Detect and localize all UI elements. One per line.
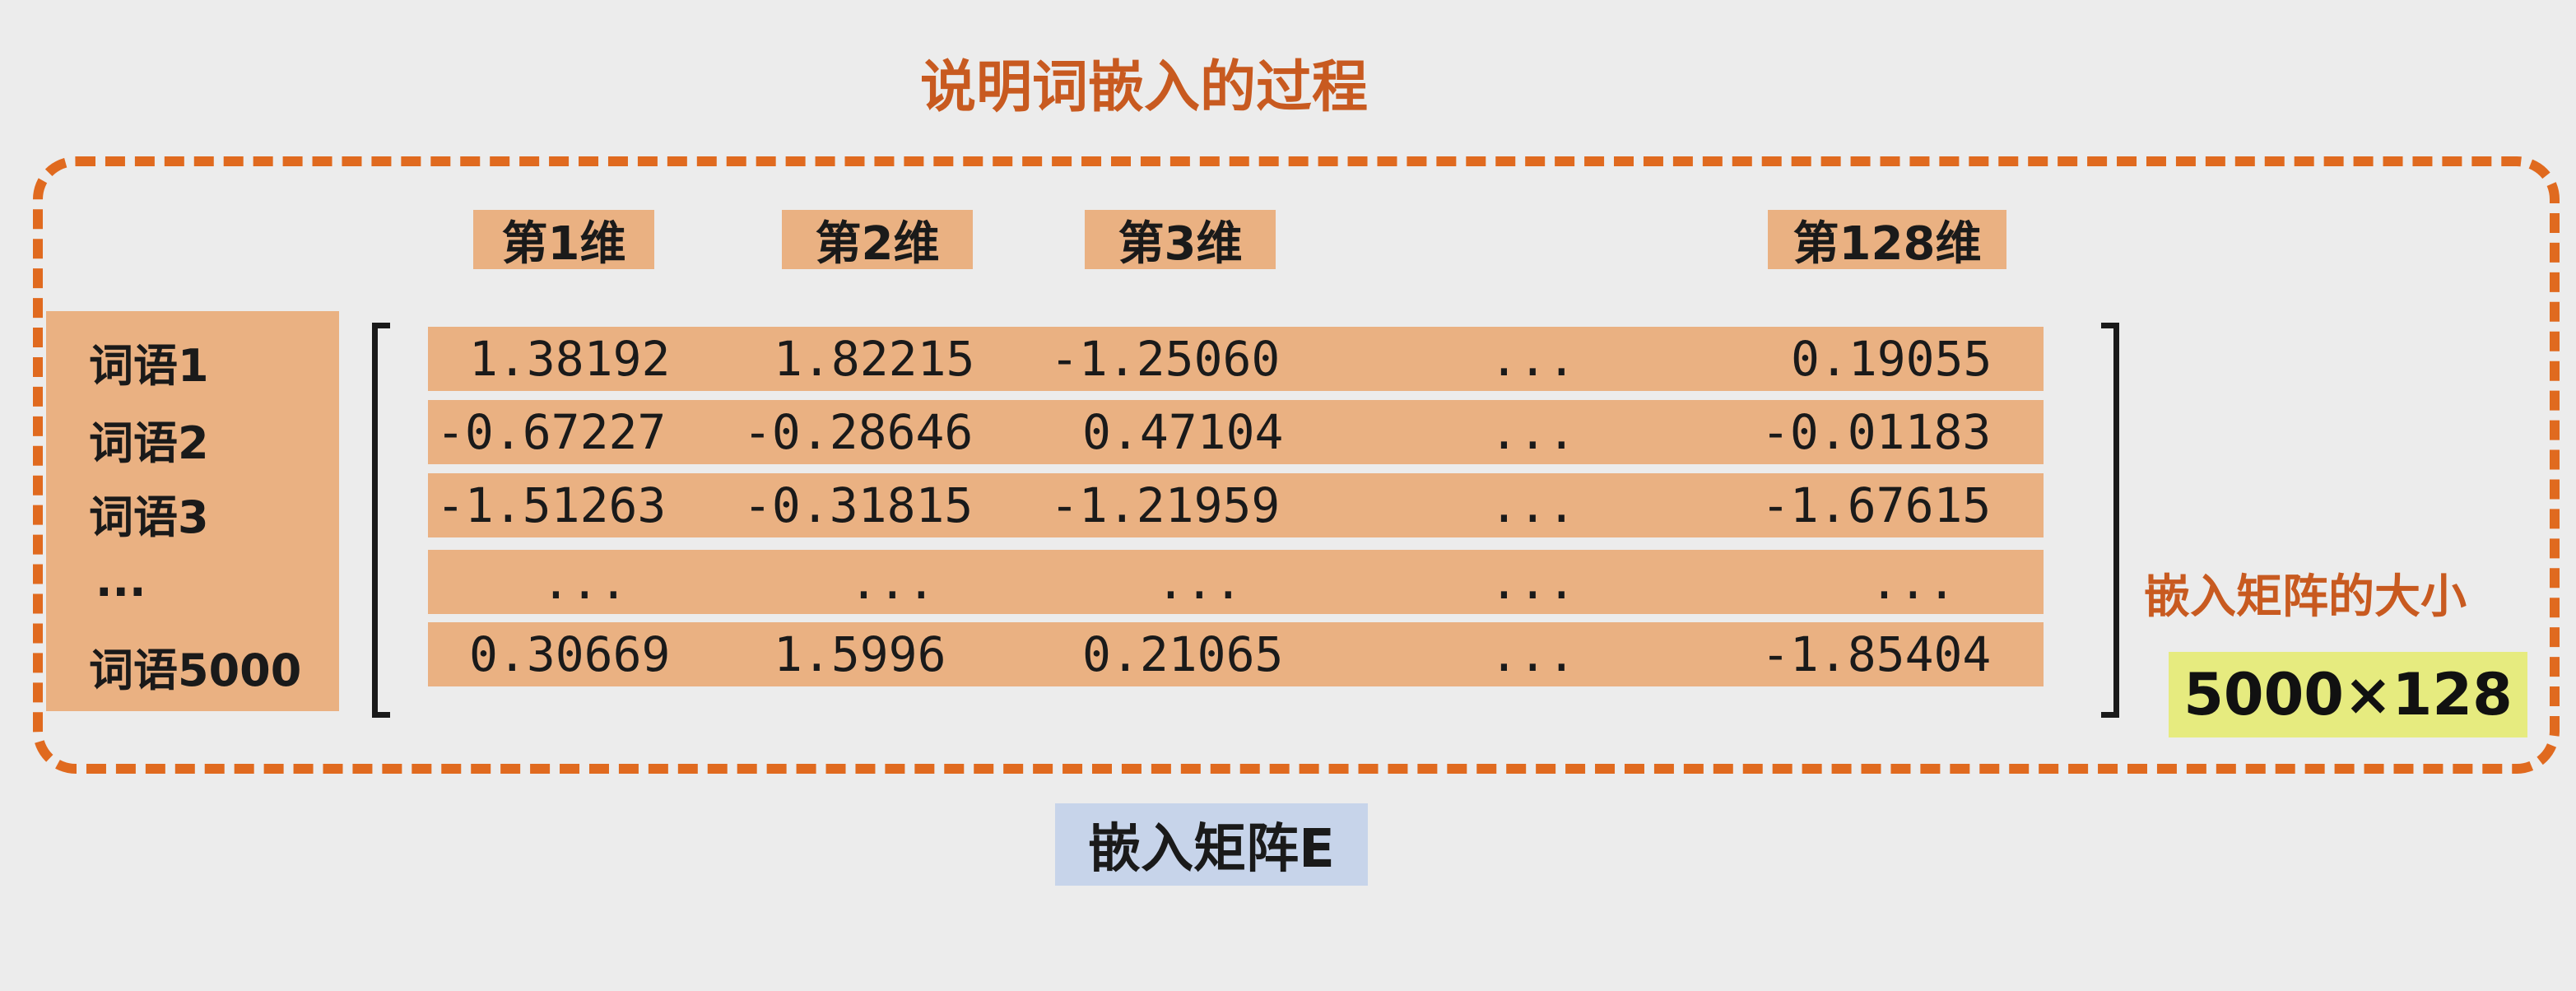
row-label-word-2: 词语2	[89, 417, 209, 469]
matrix-cell: -0.28646	[743, 404, 974, 460]
matrix-caption: 嵌入矩阵E	[1055, 803, 1368, 886]
matrix-cell: ...	[1490, 404, 1576, 460]
matrix-cell: 0.47104	[1082, 404, 1284, 460]
row-label-word-1: 词语1	[89, 340, 209, 392]
matrix-row-3: -1.51263 -0.31815 -1.21959 ... -1.67615	[428, 473, 2044, 537]
embedding-diagram: 说明词嵌入的过程 第1维 第2维 第3维 第128维 词语1 词语2 词语3 .…	[0, 0, 2576, 991]
row-label-ellipsis: ...	[95, 555, 146, 607]
matrix-cell: ...	[849, 554, 936, 610]
diagram-title: 说明词嵌入的过程	[919, 55, 1368, 120]
row-label-panel: 词语1 词语2 词语3 ... 词语5000	[46, 311, 339, 711]
matrix-cell: ...	[542, 554, 628, 610]
matrix-cell: 0.19055	[1791, 331, 1992, 387]
matrix-row-5000: 0.30669 1.5996 0.21065 ... -1.85404	[428, 622, 2044, 686]
matrix-cell: ...	[1870, 554, 1956, 610]
matrix-size-label: 嵌入矩阵的大小	[2144, 570, 2467, 624]
matrix-cell: -1.21959	[1050, 477, 1281, 533]
matrix-cell: ...	[1490, 554, 1576, 610]
matrix-cell: -1.51263	[436, 477, 667, 533]
matrix-cell: ...	[1490, 331, 1576, 387]
matrix-cell: ...	[1156, 554, 1243, 610]
matrix-cell: -1.85404	[1761, 626, 1992, 682]
matrix-cell: 0.30669	[469, 626, 671, 682]
matrix-row-ellipsis: ... ... ... ... ...	[428, 550, 2044, 614]
matrix-row-2: -0.67227 -0.28646 0.47104 ... -0.01183	[428, 400, 2044, 464]
matrix-cell: ...	[1490, 626, 1576, 682]
matrix-cell: 1.5996	[774, 626, 946, 682]
column-header-dim-3: 第3维	[1085, 210, 1276, 271]
matrix-right-bracket	[2101, 323, 2119, 718]
matrix-row-1: 1.38192 1.82215 -1.25060 ... 0.19055	[428, 327, 2044, 391]
matrix-cell: -0.31815	[743, 477, 974, 533]
matrix-cell: 0.21065	[1082, 626, 1284, 682]
row-label-word-5000: 词语5000	[89, 644, 302, 696]
matrix-cell: ...	[1490, 477, 1576, 533]
column-header-dim-128: 第128维	[1768, 210, 2006, 271]
column-header-dim-1: 第1维	[473, 210, 654, 271]
matrix-left-bracket	[372, 323, 390, 718]
row-label-word-3: 词语3	[89, 491, 209, 543]
matrix-cell: 1.38192	[469, 331, 671, 387]
matrix-cell: -1.67615	[1761, 477, 1992, 533]
matrix-cell: -0.67227	[436, 404, 667, 460]
matrix-cell: -1.25060	[1050, 331, 1281, 387]
column-header-dim-2: 第2维	[782, 210, 973, 271]
matrix-cell: 1.82215	[774, 331, 975, 387]
matrix-size-value: 5000×128	[2169, 652, 2527, 737]
matrix-cell: -0.01183	[1761, 404, 1992, 460]
